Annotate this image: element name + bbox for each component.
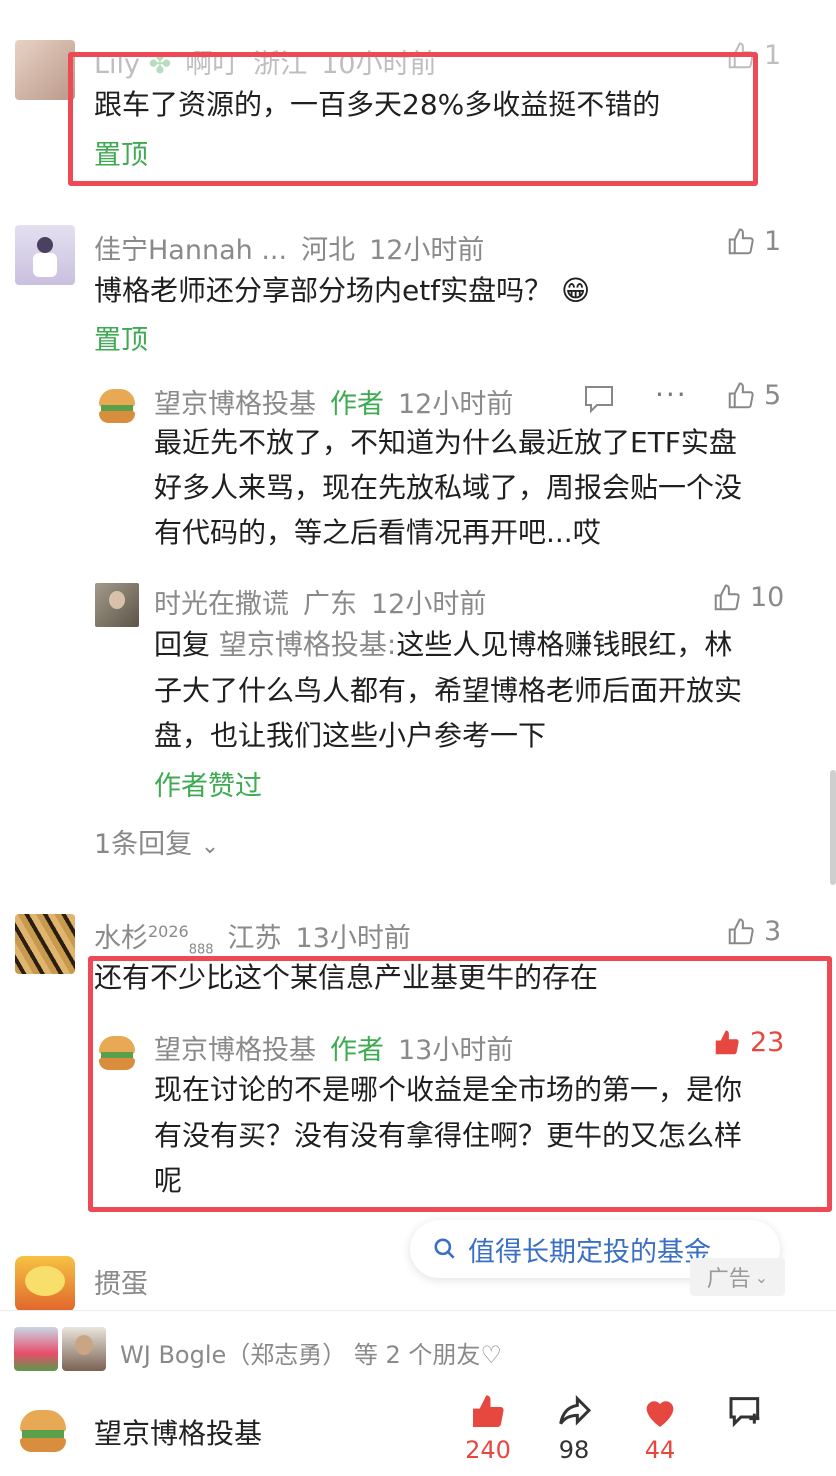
thumbs-up-filled-icon	[473, 1395, 504, 1427]
highlight-box	[68, 52, 758, 186]
location: 江苏	[227, 923, 282, 954]
thumbs-up-icon	[728, 381, 754, 408]
like-count: 1	[764, 226, 782, 257]
highlight-box	[88, 956, 832, 1212]
reply-meta: 时光在撒谎 广东 12小时前	[154, 582, 486, 621]
thumbs-up-icon	[714, 583, 740, 610]
pinned-label: 置顶	[94, 325, 148, 356]
reply-text-line: 有代码的，等之后看情况再开吧...哎	[154, 516, 601, 549]
avatar[interactable]	[15, 40, 75, 100]
chevron-down-icon: ⌄	[754, 1267, 769, 1287]
like-button[interactable]: 1	[726, 226, 781, 257]
comment-meta: 水杉2026888 江苏 13小时前	[94, 916, 411, 957]
heart-outline-icon: ♡	[480, 1341, 502, 1369]
like-count: 3	[764, 916, 782, 947]
like-count: 5	[764, 380, 782, 411]
friends-liked-text: WJ Bogle（郑志勇） 等 2 个朋友♡	[120, 1341, 502, 1369]
like-button[interactable]: 5	[726, 380, 781, 411]
timestamp: 12小时前	[371, 589, 487, 620]
timestamp: 13小时前	[295, 923, 411, 954]
username[interactable]: 掼蛋	[94, 1262, 148, 1301]
search-suggestion-text: 值得长期定投的基金	[468, 1236, 711, 1268]
username[interactable]: 时光在撒谎	[154, 589, 289, 620]
ad-label[interactable]: 广告 ⌄	[690, 1258, 785, 1296]
username[interactable]: 水杉2026888	[94, 922, 214, 957]
comment-meta: 佳宁Hannah ... 河北 12小时前	[94, 228, 484, 267]
timestamp: 12小时前	[398, 389, 514, 420]
favorite-action[interactable]: 44	[620, 1392, 700, 1464]
like-action-count: 240	[465, 1436, 511, 1464]
comment-add-icon	[729, 1397, 760, 1428]
account-name[interactable]: 望京博格投基	[94, 1412, 262, 1452]
username[interactable]: 望京博格投基	[154, 389, 316, 420]
location: 河北	[301, 235, 356, 266]
grin-emoji-icon: 😁	[560, 274, 591, 307]
thumbs-up-icon	[728, 227, 754, 254]
more-replies-link[interactable]: 1条回复 ⌄	[94, 822, 219, 861]
reply-prefix: 回复	[154, 628, 211, 661]
account-avatar[interactable]	[15, 1402, 71, 1458]
like-button[interactable]: 3	[726, 916, 781, 947]
reply-text-line: 回复 望京博格投基:这些人见博格赚钱眼红，林	[154, 628, 733, 661]
comment-icon[interactable]	[583, 384, 615, 414]
avatar[interactable]	[15, 1256, 75, 1312]
friends-liked-bar[interactable]: WJ Bogle（郑志勇） 等 2 个朋友♡	[0, 1310, 836, 1381]
like-action[interactable]: 240	[448, 1392, 528, 1464]
like-count: 1	[764, 40, 782, 71]
reply-text-line: 子大了什么鸟人都有，希望博格老师后面开放实	[154, 674, 743, 707]
avatar[interactable]	[15, 914, 75, 974]
share-icon	[559, 1395, 592, 1426]
reply-meta: 望京博格投基 作者 12小时前	[154, 382, 513, 421]
author-tag: 作者	[330, 389, 384, 420]
favorite-action-count: 44	[644, 1436, 676, 1464]
add-comment-action[interactable]	[706, 1392, 786, 1436]
bottom-action-bar: 望京博格投基 240 98 44	[0, 1380, 836, 1476]
reply-text-line: 好多人来骂，现在先放私域了，周报会贴一个没	[154, 471, 743, 504]
heart-filled-icon	[646, 1401, 674, 1427]
location: 广东	[303, 589, 357, 620]
avatar[interactable]	[95, 583, 139, 627]
username[interactable]: 佳宁Hannah ...	[94, 235, 287, 266]
like-count: 10	[750, 582, 785, 613]
share-action-count: 98	[558, 1436, 590, 1464]
more-icon[interactable]: ···	[655, 378, 688, 411]
comment-text: 博格老师还分享部分场内etf实盘吗？ 😁	[94, 274, 591, 307]
friend-avatar	[62, 1327, 106, 1371]
thumbs-up-icon	[728, 917, 754, 944]
search-icon	[434, 1238, 455, 1259]
like-button[interactable]: 10	[712, 582, 784, 613]
scrollbar[interactable]	[830, 770, 836, 885]
author-liked-label: 作者赞过	[154, 771, 262, 802]
reply-to-user[interactable]: 望京博格投基:	[219, 628, 396, 661]
friend-avatar	[14, 1327, 58, 1371]
avatar[interactable]	[95, 383, 139, 427]
reply-text-line: 最近先不放了，不知道为什么最近放了ETF实盘	[154, 426, 737, 459]
avatar[interactable]	[15, 225, 75, 285]
chevron-down-icon: ⌄	[200, 834, 220, 859]
reply-text-line: 盘，也让我们这些小户参考一下	[154, 719, 547, 752]
timestamp: 12小时前	[369, 235, 485, 266]
share-action[interactable]: 98	[534, 1392, 614, 1464]
